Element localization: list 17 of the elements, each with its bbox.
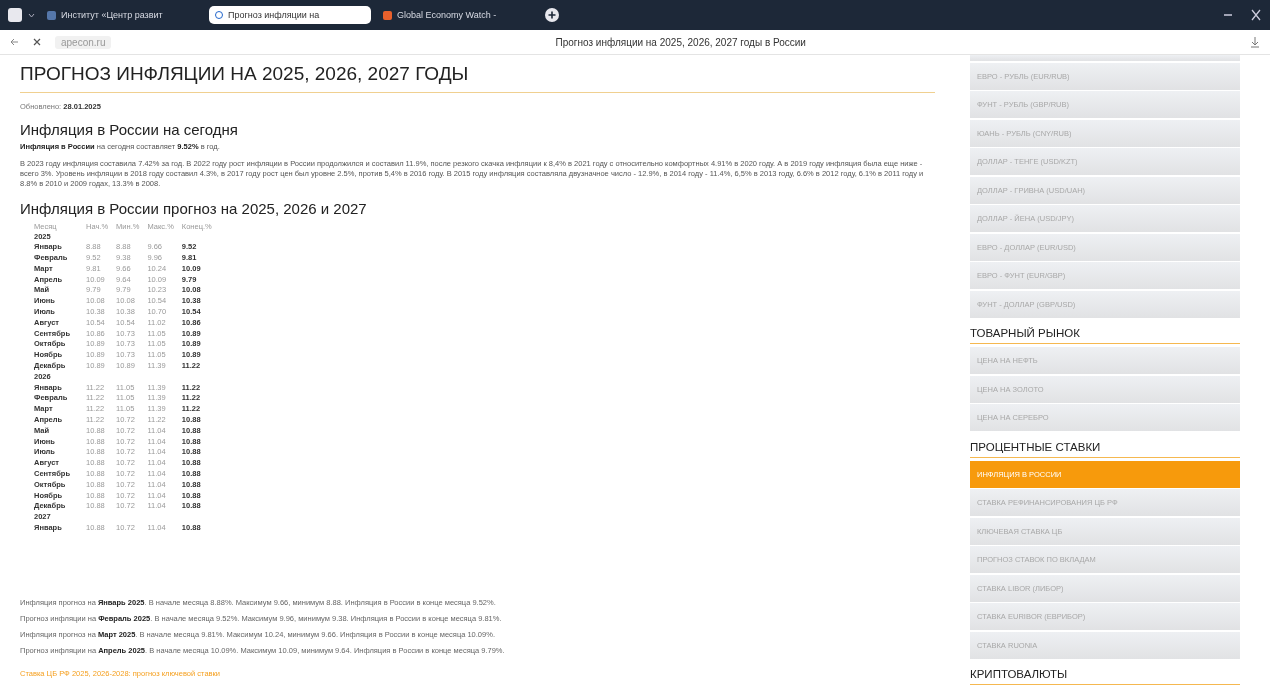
- back-icon[interactable]: [10, 38, 19, 46]
- page-heading: ПРОГНОЗ ИНФЛЯЦИИ НА 2025, 2026, 2027 ГОДЫ: [20, 55, 935, 93]
- window-control-icon[interactable]: [1222, 9, 1262, 21]
- section-heading: Инфляция в России на сегодня: [20, 121, 239, 138]
- sidebar-heading: ТОВАРНЫЙ РЫНОК: [970, 319, 1240, 344]
- caret-icon[interactable]: [28, 12, 35, 18]
- new-tab-icon[interactable]: [545, 8, 559, 22]
- browser-tab[interactable]: Global Economy Watch -: [377, 6, 539, 24]
- browser-tab[interactable]: Институт «Центр развит: [41, 6, 203, 24]
- sidebar-heading: ПРОЦЕНТНЫЕ СТАВКИ: [970, 432, 1240, 458]
- page-title: Прогноз инфляции на 2025, 2026, 2027 годы в России: [554, 36, 807, 48]
- browser-tab[interactable]: Прогноз инфляции на: [209, 6, 371, 24]
- close-icon[interactable]: [33, 38, 41, 46]
- sidebar-heading: КРИПТОВАЛЮТЫ: [970, 660, 1240, 685]
- download-icon[interactable]: [1250, 36, 1260, 48]
- address-field[interactable]: apecon.ru: [55, 35, 112, 49]
- section-heading: Инфляция в России прогноз на 2025, 2026 и 2027: [20, 199, 368, 217]
